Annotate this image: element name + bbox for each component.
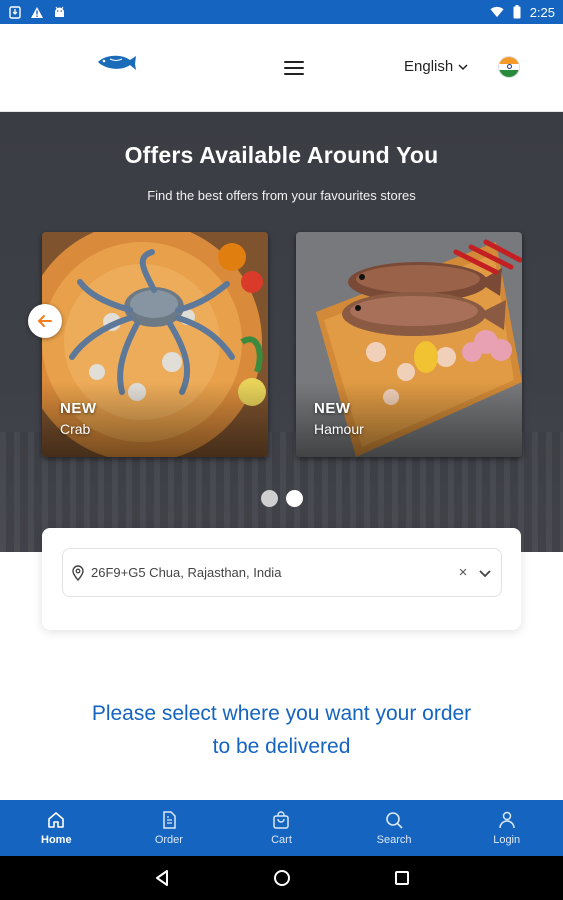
home-circle-icon (273, 870, 290, 886)
offer-name: Hamour (314, 421, 364, 437)
back-triangle-icon (155, 870, 168, 886)
language-selector[interactable]: English (404, 58, 469, 75)
arrow-left-icon (37, 315, 52, 327)
delivery-prompt-line2: to be delivered (212, 735, 351, 758)
india-flag-icon[interactable] (498, 56, 520, 78)
status-left-icons (8, 5, 66, 19)
offer-badge: NEW (60, 400, 97, 417)
status-time: 2:25 (529, 4, 555, 20)
back-button[interactable] (152, 868, 172, 888)
home-icon (48, 812, 65, 828)
hamburger-menu-button[interactable] (282, 58, 306, 78)
nav-order-label: Order (154, 834, 183, 846)
user-icon (498, 811, 515, 829)
recents-square-icon (394, 871, 409, 885)
location-input[interactable]: 26F9+G5 Chua, Rajasthan, India × (62, 548, 502, 597)
search-icon (386, 812, 403, 829)
nav-home[interactable]: Home (0, 800, 113, 856)
nav-login[interactable]: Login (450, 800, 563, 856)
offer-card-crab[interactable]: NEW Crab (42, 232, 268, 457)
carousel-dot-2[interactable] (285, 490, 303, 507)
hero-subtitle: Find the best offers from your favourite… (147, 188, 416, 203)
chevron-down-icon[interactable] (477, 565, 493, 581)
fish-logo[interactable] (88, 50, 140, 88)
cart-icon (273, 811, 290, 829)
language-label: English (404, 58, 454, 75)
system-navigation-bar (0, 856, 563, 900)
android-icon (52, 5, 66, 19)
app-header: English (0, 24, 563, 112)
offer-badge: NEW (314, 400, 351, 417)
location-value: 26F9+G5 Chua, Rajasthan, India (91, 565, 282, 580)
nav-cart-label: Cart (271, 834, 292, 846)
nav-cart[interactable]: Cart (225, 800, 338, 856)
carousel-dot-1[interactable] (260, 490, 278, 507)
offer-name: Crab (60, 421, 91, 437)
nav-home-label: Home (41, 834, 72, 846)
nav-login-label: Login (493, 834, 521, 846)
alert-icon (30, 5, 44, 19)
status-right: 2:25 (490, 5, 555, 20)
carousel-pagination (0, 490, 563, 507)
location-pin-icon (72, 564, 84, 581)
nav-search[interactable]: Search (338, 800, 451, 856)
status-bar: 2:25 (0, 0, 563, 24)
offer-card-hamour[interactable]: NEW Hamour (296, 232, 522, 457)
menu-line (284, 67, 304, 69)
clear-location-button[interactable]: × (455, 564, 471, 581)
carousel-prev-button[interactable] (28, 304, 62, 338)
menu-line (284, 61, 304, 63)
nav-search-label: Search (376, 834, 412, 846)
battery-icon (510, 5, 524, 19)
nav-order[interactable]: Order (113, 800, 226, 856)
delivery-prompt-line1: Please select where you want your order (91, 702, 472, 725)
bottom-navigation: Home Order Cart Search Login (0, 800, 563, 856)
chevron-down-icon (458, 63, 468, 70)
menu-line (284, 73, 304, 75)
delivery-prompt: Please select where you want your order … (0, 697, 563, 763)
home-system-button[interactable] (272, 868, 292, 888)
recents-button[interactable] (392, 868, 412, 888)
hero-title: Offers Available Around You (124, 142, 439, 168)
order-icon (163, 811, 176, 829)
offers-hero: Offers Available Around You Find the bes… (0, 112, 563, 552)
wifi-icon (490, 5, 504, 19)
location-card: 26F9+G5 Chua, Rajasthan, India × (42, 528, 521, 630)
download-icon (8, 5, 22, 19)
